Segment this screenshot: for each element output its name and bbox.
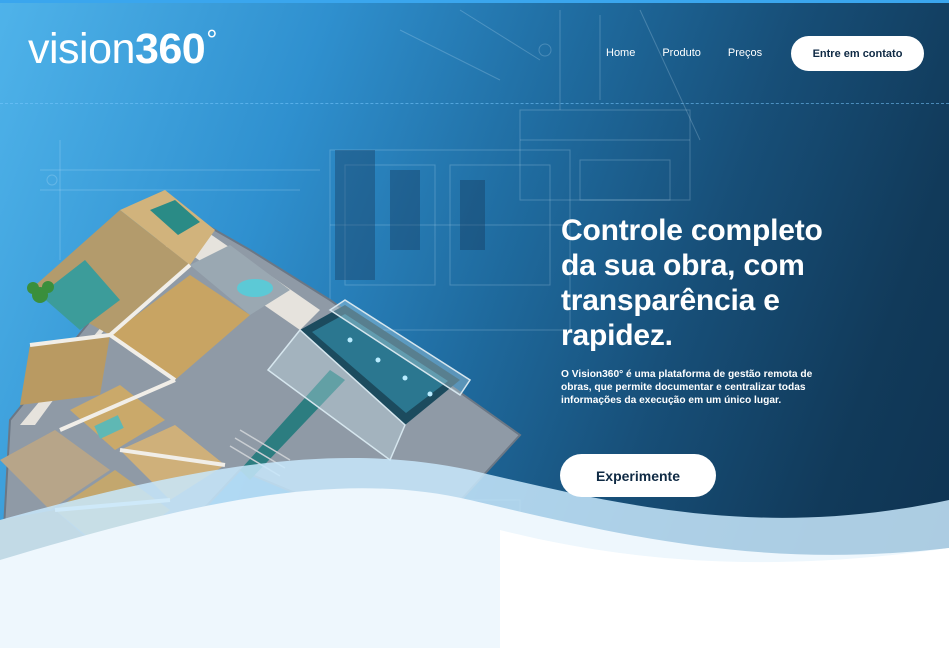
nav-item-produto[interactable]: Produto — [662, 47, 701, 59]
main-nav: Home Produto Preços — [606, 47, 762, 59]
brand-logo[interactable]: vision360° — [28, 25, 217, 73]
nav-item-home[interactable]: Home — [606, 47, 635, 59]
nav-item-precos[interactable]: Preços — [728, 47, 762, 59]
brand-degree: ° — [206, 24, 217, 55]
hero-description: O Vision360° é uma plataforma de gestão … — [561, 369, 813, 406]
brand-name-bold: 360 — [134, 25, 206, 73]
hero-section: vision360° Home Produto Preços Entre em … — [0, 0, 949, 648]
contact-button[interactable]: Entre em contato — [791, 36, 924, 71]
hero-headline: Controle completo da sua obra, com trans… — [561, 214, 823, 352]
experimente-button[interactable]: Experimente — [560, 454, 716, 497]
brand-name-light: vision — [28, 25, 135, 73]
